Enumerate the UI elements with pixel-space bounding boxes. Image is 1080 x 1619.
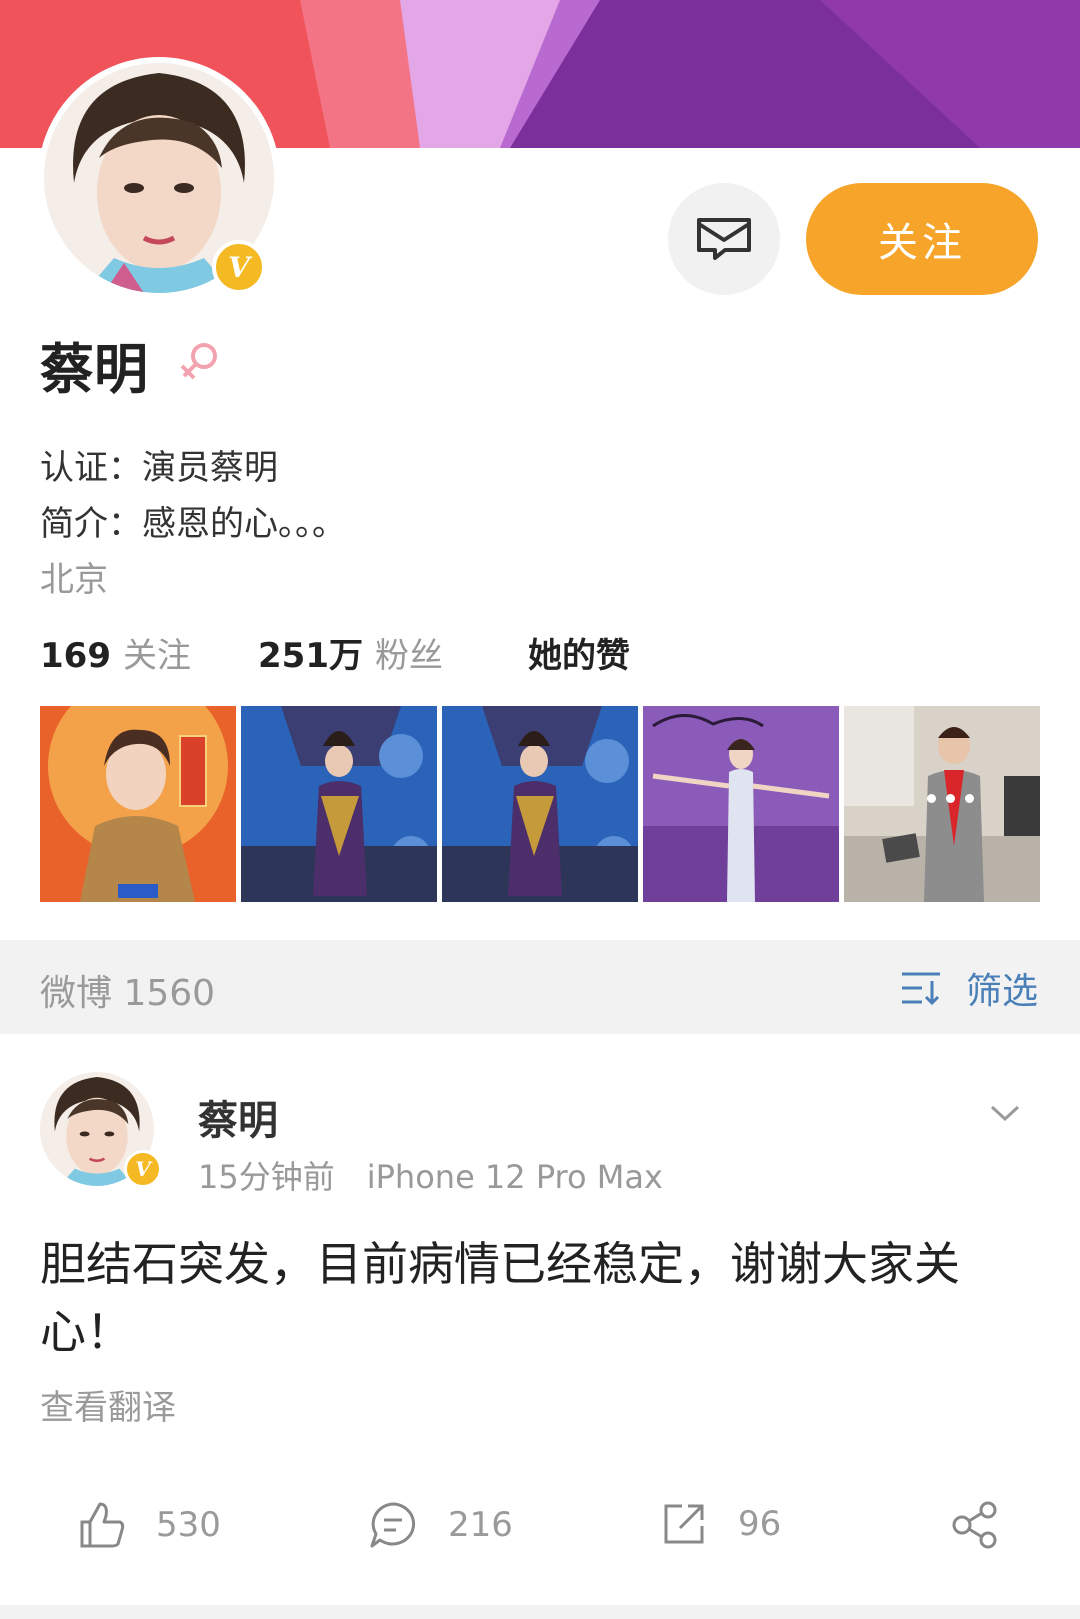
post-text: 胆结石突发，目前病情已经稳定，谢谢大家关心！	[40, 1237, 960, 1359]
photo-thumbnail[interactable]	[241, 706, 437, 902]
following-label: 关注	[122, 636, 191, 676]
photo-thumbnail[interactable]	[643, 706, 839, 902]
verified-badge-icon: V	[124, 1150, 162, 1188]
profile-name: 蔡明	[40, 338, 148, 401]
photo-thumbnail[interactable]	[40, 706, 236, 902]
feed-divider	[0, 1605, 1080, 1619]
female-icon	[178, 340, 222, 388]
following-stat[interactable]: 169 关注	[40, 628, 258, 677]
translate-link[interactable]: 查看翻译	[40, 1380, 176, 1429]
message-button[interactable]	[668, 183, 780, 295]
thumbs-up-icon	[80, 1502, 125, 1548]
like-button[interactable]: 530	[78, 1500, 221, 1550]
location-text: 北京	[40, 560, 108, 600]
post-action-bar: 530 216 96	[0, 1500, 1080, 1570]
share-icon	[952, 1501, 997, 1549]
likes-label: 她的赞	[528, 636, 630, 676]
weibo-filter-bar: 微博 1560 筛选	[0, 940, 1080, 1034]
followers-count: 251万	[258, 636, 363, 676]
filter-button[interactable]: 筛选	[900, 962, 1038, 1014]
photo-strip	[40, 706, 1042, 902]
repost-button[interactable]: 96	[660, 1500, 781, 1548]
post-meta: 15分钟前 iPhone 12 Pro Max	[198, 1152, 663, 1198]
post-menu-chevron-icon[interactable]	[990, 1104, 1020, 1126]
profile-stats: 169 关注 251万 粉丝 她的赞	[40, 628, 630, 677]
comment-button[interactable]: 216	[368, 1500, 513, 1550]
filter-label: 筛选	[965, 971, 1038, 1012]
share-button[interactable]	[950, 1500, 1030, 1550]
filter-icon	[901, 972, 940, 1005]
bio-text: 简介：感恩的心。。。	[40, 504, 346, 544]
comment-icon	[370, 1502, 416, 1548]
post-source: iPhone 12 Pro Max	[366, 1158, 663, 1196]
like-count: 530	[156, 1505, 221, 1545]
verification-text: 认证：演员蔡明	[40, 448, 278, 488]
following-count: 169	[40, 636, 111, 676]
message-icon	[697, 218, 751, 260]
followers-label: 粉丝	[374, 636, 443, 676]
more-photos-indicator	[927, 794, 974, 803]
post-author-name[interactable]: 蔡明	[198, 1088, 278, 1146]
follow-button[interactable]: 关注	[806, 183, 1038, 295]
repost-count: 96	[738, 1504, 782, 1544]
repost-icon	[664, 1504, 704, 1544]
verified-badge-icon: V	[212, 240, 266, 294]
photo-thumbnail[interactable]	[442, 706, 638, 902]
post-time: 15分钟前	[198, 1158, 335, 1196]
comment-count: 216	[448, 1505, 513, 1545]
likes-stat[interactable]: 她的赞	[528, 628, 630, 677]
weibo-count: 微博 1560	[40, 973, 216, 1014]
followers-stat[interactable]: 251万 粉丝	[258, 628, 528, 677]
photo-thumbnail[interactable]	[844, 706, 1040, 902]
